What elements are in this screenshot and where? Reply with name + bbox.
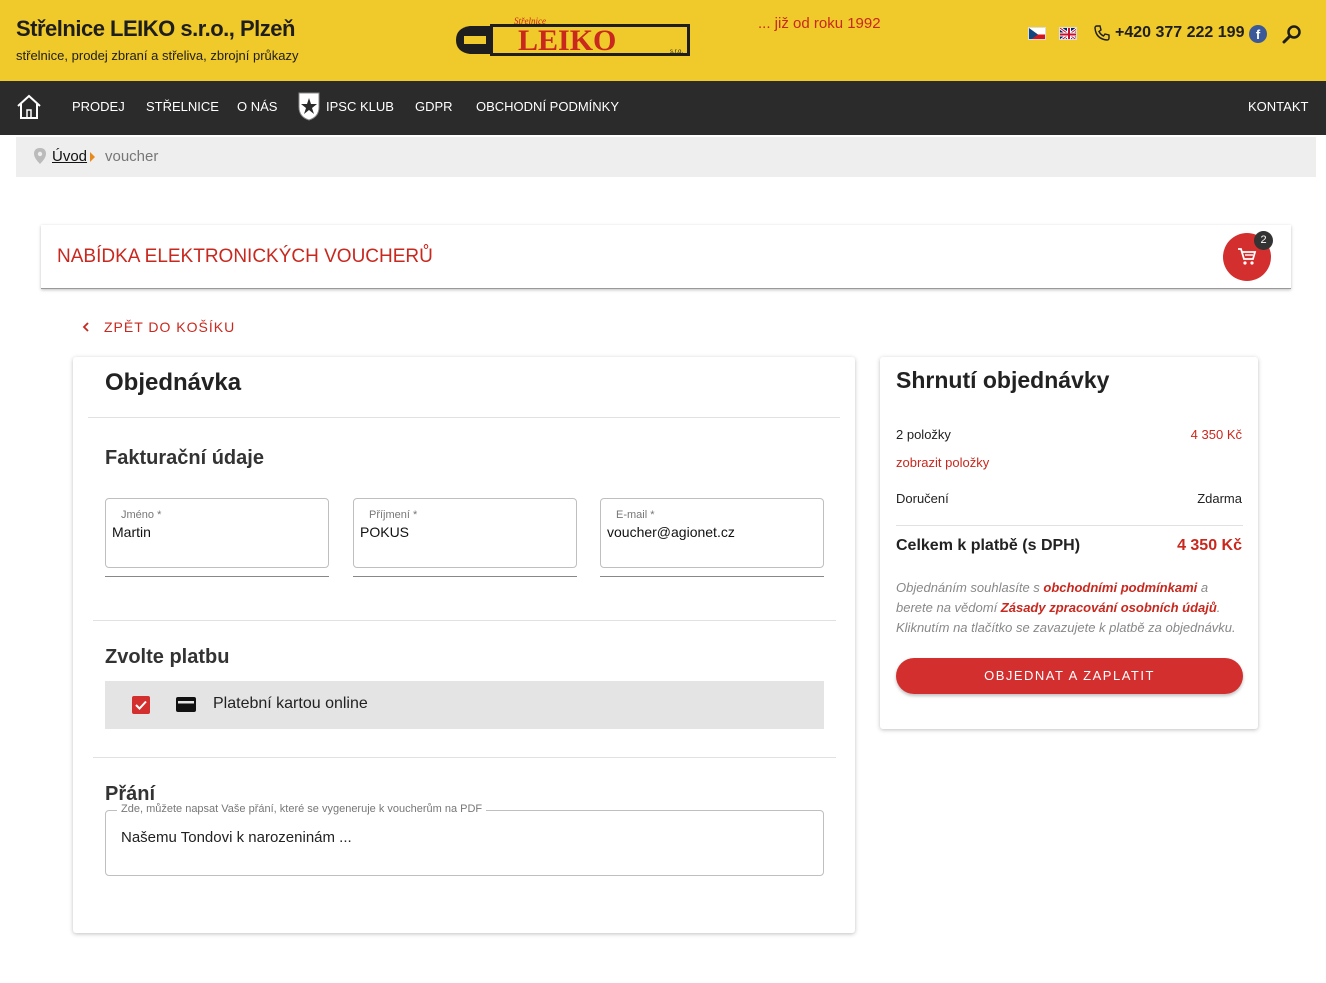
credit-card-icon	[176, 697, 196, 712]
site-title[interactable]: Střelnice LEIKO s.r.o., Plzeň	[16, 16, 295, 42]
breadcrumb: Úvod voucher	[16, 137, 1316, 177]
order-and-pay-button[interactable]: OBJEDNAT A ZAPLATIT	[896, 658, 1243, 694]
divider	[88, 417, 840, 418]
phone-number[interactable]: +420 377 222 199	[1115, 24, 1244, 42]
chevron-left-icon	[82, 319, 94, 335]
ipsc-badge-icon	[298, 92, 320, 121]
delivery-value: Zdarma	[1197, 491, 1242, 506]
nav-item-obchodni-podminky[interactable]: OBCHODNÍ PODMÍNKY	[476, 99, 619, 114]
breadcrumb-home-link[interactable]: Úvod	[52, 148, 87, 165]
email-label: E-mail *	[616, 509, 655, 521]
items-count: 2 položky	[896, 427, 951, 442]
site-subtitle: střelnice, prodej zbraní a střeliva, zbr…	[16, 48, 299, 63]
payment-option-label: Platební kartou online	[213, 695, 368, 712]
last-name-value[interactable]: POKUS	[360, 524, 409, 540]
email-field[interactable]: E-mail * voucher@agionet.cz	[600, 498, 824, 578]
terms-text: Objednáním souhlasíte s obchodními podmí…	[896, 578, 1242, 638]
email-value[interactable]: voucher@agionet.cz	[607, 524, 735, 540]
total-value: 4 350 Kč	[1177, 537, 1242, 554]
nav-item-strelnice[interactable]: STŘELNICE	[146, 99, 219, 114]
terms-text-part: Objednáním souhlasíte s	[896, 580, 1044, 595]
flag-en-icon[interactable]	[1059, 27, 1077, 40]
nav-item-ipsc-klub[interactable]: IPSC KLUB	[326, 99, 394, 114]
home-icon[interactable]	[16, 94, 42, 120]
divider	[93, 757, 836, 758]
delivery-label: Doručení	[896, 491, 949, 506]
facebook-icon[interactable]: f	[1249, 25, 1267, 43]
tagline: ... již od roku 1992	[758, 15, 881, 32]
first-name-label: Jméno *	[121, 509, 162, 521]
field-underline	[105, 576, 329, 577]
cart-count-badge: 2	[1254, 231, 1273, 250]
show-items-link[interactable]: zobrazit položky	[896, 455, 989, 470]
last-name-field[interactable]: Příjmení * POKUS	[353, 498, 577, 578]
field-underline	[600, 576, 824, 577]
divider	[93, 620, 836, 621]
phone-icon	[1094, 25, 1110, 41]
back-link-label: ZPĚT DO KOŠÍKU	[104, 319, 236, 335]
payment-option-card[interactable]: Platební kartou online	[105, 681, 824, 729]
main-nav: PRODEJ STŘELNICE O NÁS IPSC KLUB GDPR OB…	[0, 81, 1326, 135]
order-summary-card: Shrnutí objednávky 2 položky 4 350 Kč zo…	[880, 357, 1258, 729]
nav-item-prodej[interactable]: PRODEJ	[72, 99, 125, 114]
cart-icon	[1238, 248, 1257, 265]
summary-title: Shrnutí objednávky	[896, 367, 1110, 393]
back-to-cart-link[interactable]: ZPĚT DO KOŠÍKU	[82, 319, 235, 335]
terms-link[interactable]: obchodními podmínkami	[1043, 580, 1197, 595]
first-name-value[interactable]: Martin	[112, 524, 151, 540]
field-underline	[353, 576, 577, 577]
divider	[896, 525, 1243, 526]
nav-item-o-nas[interactable]: O NÁS	[237, 99, 277, 114]
offer-title: NABÍDKA ELEKTRONICKÝCH VOUCHERŮ	[57, 246, 433, 267]
nav-item-kontakt[interactable]: KONTAKT	[1248, 99, 1308, 114]
leiko-logo[interactable]: Střelnice LEIKO s.r.o.	[452, 14, 694, 60]
svg-text:LEIKO: LEIKO	[518, 24, 616, 57]
order-form-card: Objednávka Fakturační údaje Jméno * Mart…	[73, 357, 855, 933]
breadcrumb-arrow-icon	[90, 152, 95, 162]
flag-cz-icon[interactable]	[1028, 27, 1046, 40]
last-name-label: Příjmení *	[369, 509, 418, 521]
svg-text:s.r.o.: s.r.o.	[670, 49, 683, 55]
items-price: 4 350 Kč	[1190, 427, 1242, 442]
billing-title: Fakturační údaje	[105, 447, 264, 469]
search-icon[interactable]	[1282, 24, 1302, 44]
wish-label: Zde, můžete napsat Vaše přání, které se …	[117, 803, 487, 815]
top-header: Střelnice LEIKO s.r.o., Plzeň střelnice,…	[0, 0, 1326, 81]
voucher-offer-header: NABÍDKA ELEKTRONICKÝCH VOUCHERŮ 2	[41, 225, 1291, 289]
location-pin-icon	[34, 148, 46, 164]
first-name-field[interactable]: Jméno * Martin	[105, 498, 329, 578]
nav-item-gdpr[interactable]: GDPR	[415, 99, 453, 114]
payment-title: Zvolte platbu	[105, 646, 230, 668]
breadcrumb-current: voucher	[105, 148, 159, 165]
wish-value[interactable]: Našemu Tondovi k narozeninám ...	[121, 829, 352, 846]
total-label: Celkem k platbě (s DPH)	[896, 537, 1081, 554]
order-title: Objednávka	[105, 369, 242, 396]
privacy-link[interactable]: Zásady zpracování osobních údajů	[1001, 600, 1217, 615]
checkbox-checked-icon[interactable]	[132, 696, 150, 714]
